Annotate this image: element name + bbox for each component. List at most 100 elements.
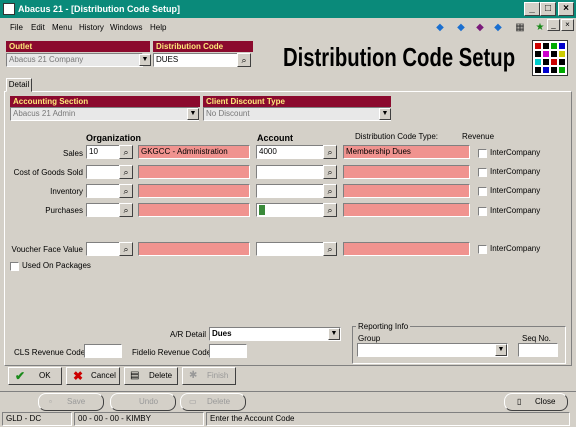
nav-back-icon[interactable]: ◆ <box>432 20 448 35</box>
seq-no-label: Seq No. <box>522 334 551 343</box>
chevron-down-icon[interactable]: ▼ <box>495 344 507 356</box>
close-button[interactable]: ▯ Close <box>504 393 568 411</box>
lookup-search-icon[interactable]: ⌕ <box>323 242 337 256</box>
ok-label: OK <box>39 371 51 380</box>
group-select[interactable] <box>357 343 508 357</box>
lookup-search-icon[interactable]: ⌕ <box>323 145 337 159</box>
row-label-purchases: Purchases <box>45 206 83 215</box>
finish-button[interactable]: ✱ Finish <box>182 367 236 385</box>
accounting-section-label: Accounting Section <box>10 96 200 107</box>
menu-menu[interactable]: Menu <box>52 23 72 32</box>
account-input-inventory[interactable] <box>256 184 324 198</box>
org-input-purchases[interactable] <box>86 203 120 217</box>
chevron-down-icon[interactable]: ▼ <box>328 328 340 340</box>
intercompany-checkbox[interactable] <box>478 149 487 158</box>
lookup-search-icon[interactable]: ⌕ <box>323 184 337 198</box>
used-on-packages-checkbox[interactable] <box>10 262 19 271</box>
lookup-search-icon[interactable]: ⌕ <box>119 184 133 198</box>
org-input-cogs[interactable] <box>86 165 120 179</box>
reporting-info-title: Reporting Info <box>356 322 411 331</box>
status-message: Enter the Account Code <box>206 412 570 426</box>
mdi-minimize-button[interactable]: _ <box>547 19 560 31</box>
mdi-close-button[interactable]: × <box>561 19 574 31</box>
check-icon: ✔ <box>15 369 26 383</box>
client-discount-select[interactable]: No Discount <box>203 107 391 121</box>
organization-header: Organization <box>86 133 142 143</box>
account-name-voucher <box>343 242 470 256</box>
account-input-voucher[interactable] <box>256 242 324 256</box>
lookup-search-icon[interactable]: ⌕ <box>119 145 133 159</box>
cancel-button[interactable]: ✖ Cancel <box>66 367 120 385</box>
intercompany-checkbox[interactable] <box>478 207 487 216</box>
intercompany-checkbox[interactable] <box>478 168 487 177</box>
distribution-code-label: Distribution Code <box>153 41 253 52</box>
org-name-sales: GKGCC - Administration <box>138 145 250 159</box>
account-name-purchases <box>343 203 470 217</box>
lookup-search-icon[interactable]: ⌕ <box>119 165 133 179</box>
lookup-search-icon[interactable]: ⌕ <box>237 53 251 67</box>
account-header: Account <box>257 133 293 143</box>
account-input-purchases[interactable] <box>256 203 324 217</box>
calculator-icon[interactable]: ▦ <box>512 20 528 35</box>
menu-help[interactable]: Help <box>150 23 166 32</box>
save-button[interactable]: ▫ Save <box>38 393 104 411</box>
accounting-section-select[interactable]: Abacus 21 Admin <box>10 107 199 121</box>
intercompany-label: InterCompany <box>490 167 541 176</box>
row-label-inventory: Inventory <box>50 187 83 196</box>
title-bar: Abacus 21 - [Distribution Code Setup] _ … <box>0 0 576 18</box>
intercompany-checkbox[interactable] <box>478 245 487 254</box>
delete-nav-button[interactable]: ▭ Delete <box>180 393 246 411</box>
intercompany-label: InterCompany <box>490 186 541 195</box>
org-input-voucher[interactable] <box>86 242 120 256</box>
navigate-icon[interactable]: ◆ <box>490 20 506 35</box>
row-label-sales: Sales <box>62 149 83 158</box>
status-session: 00 - 00 - 00 - KIMBY <box>74 412 204 426</box>
intercompany-checkbox[interactable] <box>478 187 487 196</box>
cancel-label: Cancel <box>91 371 116 380</box>
org-input-sales[interactable]: 10 <box>86 145 120 159</box>
row-label-voucher: Voucher Face Value <box>11 245 83 254</box>
close-window-button[interactable]: × <box>558 2 574 16</box>
account-input-sales[interactable]: 4000 <box>256 145 324 159</box>
menu-file[interactable]: File <box>10 23 23 32</box>
seq-no-input[interactable] <box>518 343 558 357</box>
fidelio-revenue-input[interactable] <box>209 344 247 358</box>
tab-detail[interactable]: Detail <box>6 78 32 92</box>
lookup-search-icon[interactable]: ⌕ <box>119 203 133 217</box>
cls-revenue-input[interactable] <box>84 344 122 358</box>
gem-icon[interactable]: ◆ <box>472 20 488 35</box>
ar-detail-select[interactable]: Dues <box>209 327 341 341</box>
ok-button[interactable]: ✔ OK <box>8 367 62 385</box>
org-name-voucher <box>138 242 250 256</box>
close-label: Close <box>535 397 556 406</box>
menu-history[interactable]: History <box>79 23 104 32</box>
menu-windows[interactable]: Windows <box>110 23 142 32</box>
undo-label: Undo <box>139 397 159 406</box>
account-input-cogs[interactable] <box>256 165 324 179</box>
org-name-inventory <box>138 184 250 198</box>
delete-icon: ▤ <box>130 370 140 381</box>
undo-button[interactable]: Undo <box>110 393 176 411</box>
org-input-inventory[interactable] <box>86 184 120 198</box>
window-title: Abacus 21 - [Distribution Code Setup] <box>18 4 181 14</box>
chevron-down-icon[interactable]: ▼ <box>187 108 199 120</box>
lookup-search-icon[interactable]: ⌕ <box>323 165 337 179</box>
nav-forward-icon[interactable]: ◆ <box>453 20 469 35</box>
menu-edit[interactable]: Edit <box>31 23 45 32</box>
account-name-inventory <box>343 184 470 198</box>
delete-label: Delete <box>149 371 173 380</box>
org-name-purchases <box>138 203 250 217</box>
distribution-type-label: Distribution Code Type: <box>355 132 439 141</box>
outlet-select[interactable]: Abacus 21 Company <box>6 53 143 67</box>
cls-revenue-label: CLS Revenue Code <box>14 348 86 357</box>
lookup-search-icon[interactable]: ⌕ <box>323 203 337 217</box>
run-icon[interactable]: ★ <box>532 20 548 35</box>
chevron-down-icon[interactable]: ▼ <box>139 54 151 66</box>
maximize-button[interactable]: □ <box>540 2 556 16</box>
delete-nav-icon: ▭ <box>189 397 197 406</box>
lookup-search-icon[interactable]: ⌕ <box>119 242 133 256</box>
delete-record-button[interactable]: ▤ Delete <box>124 367 178 385</box>
minimize-button[interactable]: _ <box>524 2 540 16</box>
chevron-down-icon[interactable]: ▼ <box>379 108 391 120</box>
distribution-code-input[interactable]: DUES <box>153 53 238 67</box>
